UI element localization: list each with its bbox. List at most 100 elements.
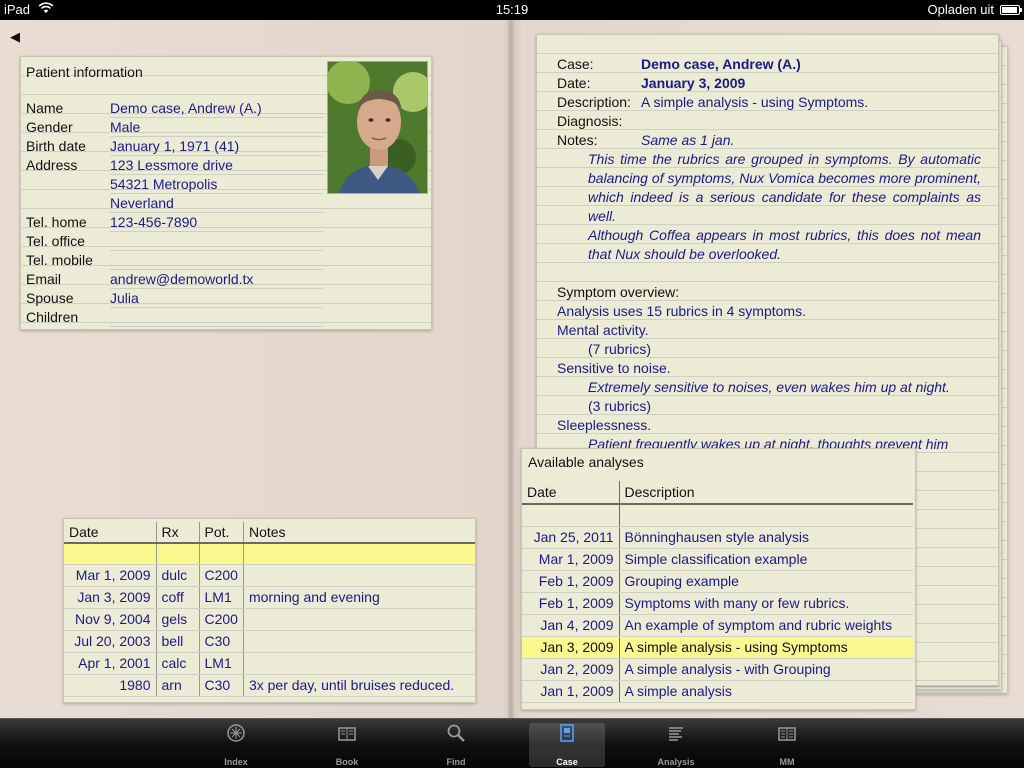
- prescription-row[interactable]: Mar 1, 2009 dulc C200: [64, 564, 475, 587]
- prescription-potency: C200: [199, 608, 244, 631]
- analysis-row[interactable]: Jan 4, 2009 An example of symptom and rub…: [522, 614, 913, 637]
- analysis-date: Jan 4, 2009: [522, 614, 620, 637]
- tab-book-label: Book: [335, 757, 359, 767]
- patient-field-value: 54321 Metropolis: [110, 176, 218, 192]
- prescriptions-table: Date Rx Pot. Notes Mar 1, 2009 dulc C200 Ja…: [64, 522, 475, 697]
- analysis-row[interactable]: Jan 1, 2009 A simple analysis: [522, 680, 913, 703]
- prescription-remedy: coff: [156, 586, 200, 609]
- prescription-potency: C30: [199, 674, 244, 697]
- tab-find[interactable]: Find: [418, 723, 494, 767]
- tab-mm[interactable]: MM: [749, 723, 825, 767]
- new-prescription-row[interactable]: [64, 543, 475, 565]
- prescription-date: Nov 9, 2004: [64, 608, 157, 631]
- patient-field-label: Birth date: [26, 138, 86, 154]
- tab-case[interactable]: Case: [529, 723, 605, 767]
- patient-field-row[interactable]: Spouse Julia: [26, 289, 323, 308]
- patient-field-label: Children: [26, 309, 79, 325]
- patient-field-row[interactable]: Birth date January 1, 1971 (41): [26, 137, 323, 156]
- analyses-title: Available analyses: [528, 454, 644, 470]
- symptom-2-note: Extremely sensitive to noises, even wake…: [588, 379, 950, 395]
- analysis-row-selected[interactable]: Jan 3, 2009 A simple analysis - using Sym…: [522, 636, 913, 659]
- analysis-description: An example of symptom and rubric weights: [619, 614, 913, 637]
- patient-field-label: Spouse: [26, 290, 74, 306]
- analysis-date: Jan 25, 2011: [522, 526, 620, 549]
- patient-info-heading: Patient information: [26, 64, 143, 80]
- patient-field-row[interactable]: Neverland: [26, 194, 323, 213]
- prescription-potency: C200: [199, 564, 244, 587]
- analysis-description: Bönninghausen style analysis: [619, 526, 913, 549]
- tab-index-label: Index: [224, 757, 248, 767]
- patient-field-value: Demo case, Andrew (A.): [110, 100, 262, 116]
- overview-summary: Analysis uses 15 rubrics in 4 symptoms.: [557, 303, 806, 319]
- col-potency[interactable]: Pot.: [199, 522, 244, 544]
- symptom-sleeplessness[interactable]: Sleeplessness.: [557, 416, 981, 435]
- patient-field-row[interactable]: Tel. home 123-456-7890: [26, 213, 323, 232]
- patient-field-label: Name: [26, 100, 64, 116]
- prescription-date: Jul 20, 2003: [64, 630, 157, 653]
- analysis-description: A simple analysis - with Grouping: [619, 658, 913, 681]
- analysis-date: Jan 2, 2009: [522, 658, 620, 681]
- case-value: Demo case, Andrew (A.): [641, 56, 801, 72]
- analysis-row[interactable]: Jan 25, 2011 Bönninghausen style analysis: [522, 526, 913, 549]
- battery-text: Opladen uit: [927, 2, 995, 17]
- tab-mm-label: MM: [779, 757, 795, 767]
- patient-field-row[interactable]: Tel. mobile: [26, 251, 323, 270]
- prescription-row[interactable]: Nov 9, 2004 gels C200: [64, 608, 475, 631]
- clock: 15:19: [495, 2, 529, 17]
- patient-field-row[interactable]: 54321 Metropolis: [26, 175, 323, 194]
- tab-book[interactable]: Book: [309, 723, 385, 767]
- back-arrow-icon[interactable]: ◀: [10, 29, 20, 45]
- prescription-row[interactable]: Apr 1, 2001 calc LM1: [64, 652, 475, 675]
- index-icon: [198, 723, 274, 751]
- analysis-row[interactable]: Feb 1, 2009 Grouping example: [522, 570, 913, 593]
- prescription-remedy: dulc: [156, 564, 200, 587]
- prescription-remedy: bell: [156, 630, 200, 653]
- prescription-notes: 3x per day, until bruises reduced.: [243, 674, 475, 697]
- col-date[interactable]: Date: [64, 522, 157, 544]
- analysis-date: Jan 1, 2009: [522, 680, 620, 703]
- prescription-row[interactable]: 1980 arn C30 3x per day, until bruises redu…: [64, 674, 475, 697]
- patient-field-label: Tel. office: [26, 233, 85, 249]
- analysis-description: Simple classification example: [619, 548, 913, 571]
- case-label: Case:: [557, 56, 594, 72]
- tab-index[interactable]: Index: [198, 723, 274, 767]
- prescriptions-card[interactable]: Date Rx Pot. Notes Mar 1, 2009 dulc C200 Ja…: [63, 518, 476, 703]
- symptom-2-count: (3 rubrics): [588, 398, 652, 414]
- patient-field-value: andrew@demoworld.tx: [110, 271, 254, 287]
- patient-fields: Name Demo case, Andrew (A.) Gender Male Birt…: [26, 99, 323, 327]
- col-notes[interactable]: Notes: [243, 522, 475, 544]
- patient-field-row[interactable]: Address 123 Lessmore drive: [26, 156, 323, 175]
- patient-field-label: Gender: [26, 119, 73, 135]
- symptom-1-count: (7 rubrics): [588, 341, 652, 357]
- prescription-row[interactable]: Jan 3, 2009 coff LM1 morning and evening: [64, 586, 475, 609]
- analysis-row[interactable]: Feb 1, 2009 Symptoms with many or few rub…: [522, 592, 913, 615]
- col-analysis-description[interactable]: Description: [619, 481, 913, 505]
- col-analysis-date[interactable]: Date: [522, 481, 620, 505]
- magnifier-icon: [418, 723, 494, 751]
- patient-field-row[interactable]: Email andrew@demoworld.tx: [26, 270, 323, 289]
- patient-info-card[interactable]: Patient information Name Demo case, Andre…: [20, 56, 432, 330]
- patient-field-label: Tel. mobile: [26, 252, 93, 268]
- analyses-spacer-row: [522, 504, 913, 527]
- prescription-potency: LM1: [199, 586, 244, 609]
- date-value: January 3, 2009: [641, 75, 746, 91]
- analysis-row[interactable]: Jan 2, 2009 A simple analysis - with Grou…: [522, 658, 913, 681]
- patient-field-label: Tel. home: [26, 214, 87, 230]
- patient-field-row[interactable]: Name Demo case, Andrew (A.): [26, 99, 323, 118]
- tab-analysis[interactable]: Analysis: [638, 723, 714, 767]
- patient-field-row[interactable]: Children: [26, 308, 323, 327]
- symptom-sensitive-noise[interactable]: Sensitive to noise.: [557, 359, 981, 378]
- analysis-row[interactable]: Mar 1, 2009 Simple classification example: [522, 548, 913, 571]
- prescription-row[interactable]: Jul 20, 2003 bell C30: [64, 630, 475, 653]
- available-analyses-card[interactable]: Available analyses Date Description Jan …: [521, 448, 916, 710]
- col-rx[interactable]: Rx: [156, 522, 200, 544]
- analysis-description: A simple analysis - using Symptoms: [619, 636, 913, 659]
- patient-field-value: Neverland: [110, 195, 174, 211]
- symptom-mental-activity[interactable]: Mental activity.: [557, 321, 981, 340]
- patient-field-row[interactable]: Gender Male: [26, 118, 323, 137]
- notes-first-line: Same as 1 jan.: [641, 132, 735, 148]
- patient-photo[interactable]: [327, 61, 428, 194]
- notes-paragraph-1: This time the rubrics are grouped in sym…: [588, 151, 981, 224]
- analysis-icon: [638, 723, 714, 751]
- patient-field-row[interactable]: Tel. office: [26, 232, 323, 251]
